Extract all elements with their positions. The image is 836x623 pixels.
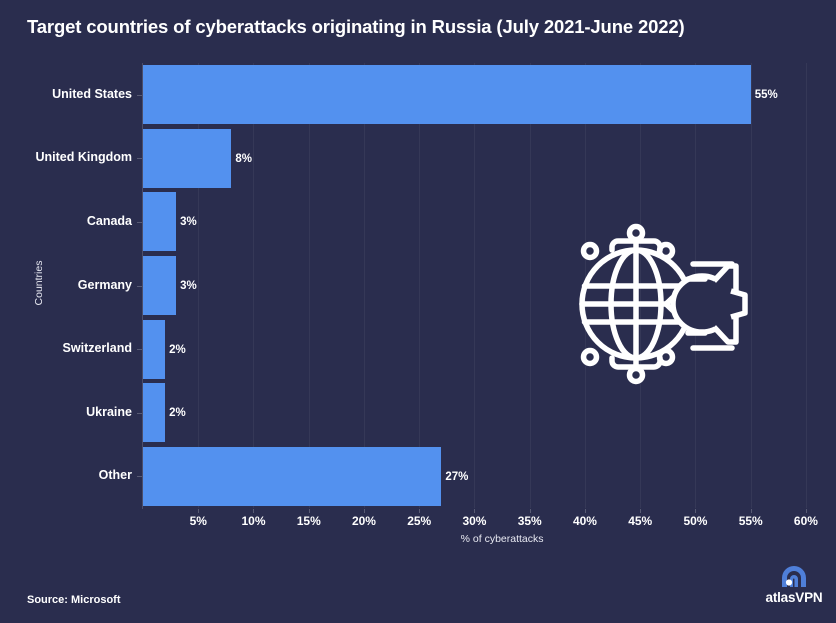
- x-tick-mark: [363, 509, 365, 513]
- bar-row: 27%: [143, 447, 817, 506]
- y-tick-mark: [137, 222, 142, 223]
- y-axis-label-germany: Germany: [77, 277, 132, 292]
- bar-value-label: 2%: [169, 343, 186, 356]
- y-tick-mark: [137, 476, 142, 477]
- atlasvpn-arc-logo-icon: [782, 566, 806, 587]
- x-tick-label-50%: 50%: [683, 514, 708, 528]
- bar-row: 55%: [143, 65, 817, 124]
- y-axis-label-canada: Canada: [86, 213, 132, 228]
- y-axis-label-united-kingdom: United Kingdom: [35, 150, 132, 165]
- x-tick-mark: [805, 509, 807, 513]
- x-tick-label-25%: 25%: [407, 514, 432, 528]
- infographic-canvas: Target countries of cyberattacks origina…: [0, 0, 836, 623]
- x-tick-mark: [750, 509, 752, 513]
- bar-switzerland[interactable]: [143, 320, 166, 379]
- x-tick-label-20%: 20%: [351, 514, 376, 528]
- x-tick-mark: [308, 509, 310, 513]
- x-tick-label-15%: 15%: [296, 514, 321, 528]
- bar-united-kingdom[interactable]: [143, 129, 232, 188]
- y-axis-label-other: Other: [98, 468, 132, 483]
- y-tick-mark: [137, 286, 142, 287]
- bar-row: 2%: [143, 383, 817, 442]
- x-tick-label-35%: 35%: [517, 514, 542, 528]
- bar-row: 8%: [143, 129, 817, 188]
- x-tick-label-30%: 30%: [462, 514, 487, 528]
- bar-canada[interactable]: [143, 192, 177, 251]
- x-tick-label-60%: 60%: [793, 514, 818, 528]
- y-tick-mark: [137, 95, 142, 96]
- x-tick-mark: [529, 509, 531, 513]
- x-tick-mark: [474, 509, 476, 513]
- bar-value-label: 3%: [180, 279, 197, 292]
- x-tick-label-55%: 55%: [738, 514, 763, 528]
- bar-value-label: 27%: [445, 470, 469, 483]
- x-axis-title: % of cyberattacks: [460, 533, 544, 545]
- bar-value-label: 8%: [235, 152, 253, 165]
- y-tick-mark: [137, 158, 142, 159]
- bar-ukraine[interactable]: [143, 383, 166, 442]
- y-axis-label-switzerland: Switzerland: [62, 341, 132, 356]
- x-tick-mark: [419, 509, 421, 513]
- bar-value-label: 2%: [169, 406, 186, 419]
- bar-other[interactable]: [143, 447, 442, 506]
- bar-value-label: 3%: [180, 215, 197, 228]
- x-tick-label-45%: 45%: [628, 514, 653, 528]
- x-tick-mark: [640, 509, 642, 513]
- x-tick-mark: [198, 509, 200, 513]
- bar-value-label: 55%: [754, 88, 778, 101]
- y-axis-label-united-states: United States: [52, 86, 132, 101]
- y-axis-label-ukraine: Ukraine: [86, 404, 132, 419]
- brand-logo[interactable]: atlasVPN: [758, 562, 830, 610]
- bar-germany[interactable]: [143, 256, 177, 315]
- globe-network-missile-icon: [566, 221, 752, 387]
- x-tick-label-40%: 40%: [572, 514, 597, 528]
- x-tick-label-5%: 5%: [189, 514, 207, 528]
- y-tick-mark: [137, 413, 142, 414]
- source-note: Source: Microsoft: [27, 594, 121, 606]
- y-tick-mark: [137, 349, 142, 350]
- x-tick-mark: [584, 509, 586, 513]
- x-tick-mark: [253, 509, 255, 513]
- brand-name: atlasVPN: [765, 590, 823, 605]
- x-tick-label-10%: 10%: [241, 514, 266, 528]
- bar-united-states[interactable]: [143, 65, 751, 124]
- x-tick-mark: [695, 509, 697, 513]
- page-title: Target countries of cyberattacks origina…: [27, 16, 685, 37]
